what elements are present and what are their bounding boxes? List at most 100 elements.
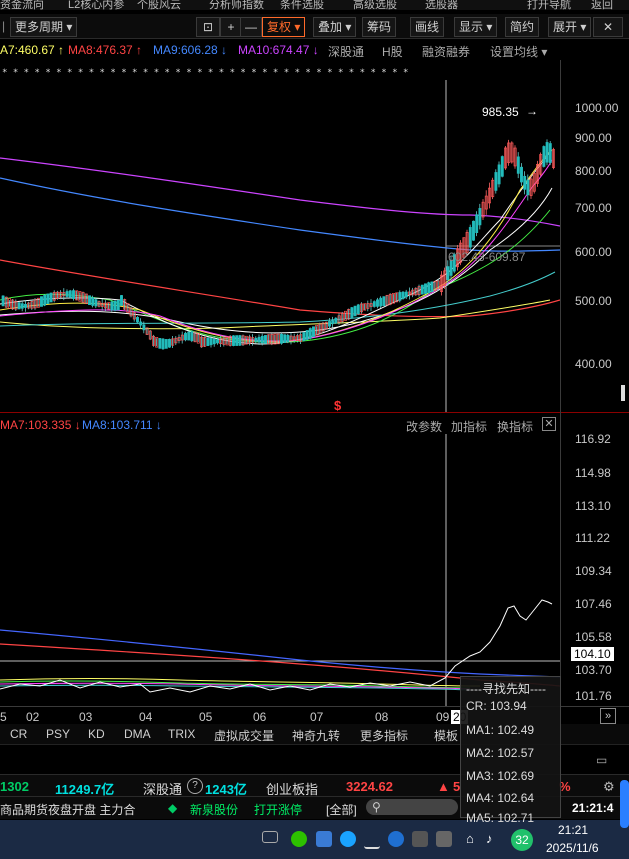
tab-trix[interactable]: TRIX [168, 727, 195, 741]
candle-body [254, 337, 258, 342]
expand-button[interactable]: 展开 ▾ [548, 17, 592, 37]
wechat-icon[interactable] [291, 831, 307, 847]
volume-icon[interactable]: ♪ [486, 831, 493, 846]
candle-body [110, 301, 114, 311]
add-indicator-button[interactable]: 加指标 [451, 418, 487, 435]
candle-body [305, 330, 309, 340]
high-arrow: → [526, 104, 538, 118]
signal-icon[interactable] [364, 831, 380, 849]
cr-ma7-value: MA7:103.335 ↓ [0, 418, 81, 432]
chips-button[interactable]: 筹码 [362, 17, 397, 37]
zoom-out-button[interactable]: — [240, 17, 262, 37]
tray-icon[interactable] [436, 831, 452, 847]
tab-more-indicators[interactable]: 更多指标 [360, 727, 408, 744]
overlay-button[interactable]: 叠加 ▾ [313, 17, 357, 37]
fuquan-button[interactable]: 复权 ▾ [262, 17, 306, 37]
tab-kd[interactable]: KD [88, 727, 105, 741]
period-select[interactable]: 更多周期 ▾ [10, 17, 78, 37]
candle-body [1, 295, 5, 307]
k-app-icon[interactable] [388, 831, 404, 847]
y-tick: 700.00 [575, 201, 612, 215]
tooltip-row: MA3: 102.69 [466, 769, 535, 783]
alert-action: 打开涨停 [254, 803, 303, 817]
candle-body [168, 338, 171, 348]
menu-item[interactable]: 分析师指数 [209, 0, 264, 10]
tab-template[interactable]: 模板 [434, 727, 458, 744]
candle-body [350, 307, 354, 318]
candles-group [1, 139, 555, 350]
qq-icon[interactable] [340, 831, 356, 847]
taskbar-time[interactable]: 21:21 [558, 823, 588, 837]
candle-body [516, 156, 520, 174]
news-scroll-text[interactable]: 商品期货夜盘开盘 主力合 [0, 801, 135, 818]
cr-indicator-chart[interactable] [0, 434, 560, 706]
help-icon[interactable]: ? [187, 778, 203, 794]
filter-all-button[interactable]: [全部] [326, 801, 357, 818]
set-ma-button[interactable]: 设置均线 ▾ [490, 43, 547, 60]
margin-trading-link[interactable]: 融资融券 [422, 43, 470, 60]
close-icon[interactable]: ✕ [593, 17, 623, 37]
candle-body [216, 339, 219, 344]
ticker-value: 1302 [0, 779, 29, 794]
candle-body [401, 291, 405, 299]
candle-body [238, 335, 242, 346]
menu-item[interactable]: 打开导航 [527, 0, 571, 10]
tab-virtual-volume[interactable]: 虚拟成交量 [214, 727, 274, 744]
swap-indicator-button[interactable]: 换指标 [497, 418, 533, 435]
candle-body [283, 334, 287, 343]
candle-body [164, 339, 168, 349]
device-icon[interactable] [412, 831, 428, 847]
menu-item[interactable]: 条件选股 [280, 0, 324, 10]
menu-item[interactable]: 高级选股 [353, 0, 397, 10]
ma9-value: MA9:606.28 ↓ [153, 43, 228, 57]
display-button[interactable]: 显示 ▾ [454, 17, 498, 37]
zoom-in-button[interactable]: + [220, 17, 242, 37]
lock-icon[interactable]: ⊡ [196, 17, 220, 37]
y-tick: 900.00 [575, 131, 612, 145]
ticker-cyb-value: 3224.62 [346, 779, 393, 794]
candle-body [545, 142, 549, 163]
side-scroll-handle[interactable] [620, 780, 629, 828]
toolbar-edge: | [2, 19, 6, 33]
candle-body [308, 328, 312, 339]
x-tick: 04 [139, 710, 153, 724]
taskbar-date[interactable]: 2025/11/6 [546, 841, 599, 855]
candle-body [206, 337, 210, 347]
h-share-link[interactable]: H股 [382, 43, 403, 60]
menu-item[interactable]: 资金流向 [0, 0, 44, 10]
y-tick: 107.46 [575, 597, 612, 611]
candle-body [542, 146, 546, 167]
menu-item[interactable]: 选股器 [425, 0, 458, 10]
candle-body [260, 335, 264, 344]
network-icon[interactable]: ⌂ [466, 831, 474, 846]
tab-magic-nine[interactable]: 神奇九转 [292, 727, 340, 744]
tab-psy[interactable]: PSY [46, 727, 70, 741]
shenguotong-link[interactable]: 深股通 [328, 43, 364, 60]
draw-line-button[interactable]: 画线 [410, 17, 445, 37]
menu-item[interactable]: 返回 [591, 0, 613, 10]
candle-body [136, 317, 139, 323]
candle-body [142, 324, 146, 331]
close-indicator-icon[interactable]: ✕ [542, 417, 556, 431]
candle-body [475, 214, 479, 233]
scroll-handle[interactable] [621, 385, 625, 401]
panel-min-icon[interactable]: ▭ [596, 753, 607, 767]
app-icon[interactable] [316, 831, 332, 847]
scroll-right-icon[interactable]: » [600, 708, 616, 724]
tab-dma[interactable]: DMA [124, 727, 151, 741]
change-params-button[interactable]: 改参数 [406, 418, 442, 435]
search-icon: ⚲ [372, 800, 381, 814]
settings-gear-icon[interactable]: ⚙ [603, 779, 615, 795]
candle-body [65, 291, 69, 297]
menu-item[interactable]: L2核心内参 [68, 0, 124, 10]
alert-stock-name[interactable]: 新泉股份 [190, 801, 238, 818]
menu-item[interactable]: 个股风云 [137, 0, 181, 10]
tab-cr[interactable]: CR [10, 727, 27, 741]
range-label: 602.43-609.87 [448, 250, 526, 264]
candle-body [68, 290, 72, 298]
candlestick-chart[interactable]: * * * * * * * * * * * * * * * * * * * * … [0, 60, 560, 412]
high-price-label: 985.35 [482, 105, 519, 119]
simple-mode-button[interactable]: 简约 [505, 17, 540, 37]
notification-badge[interactable]: 32 [511, 829, 533, 851]
keyboard-icon[interactable] [262, 831, 278, 843]
